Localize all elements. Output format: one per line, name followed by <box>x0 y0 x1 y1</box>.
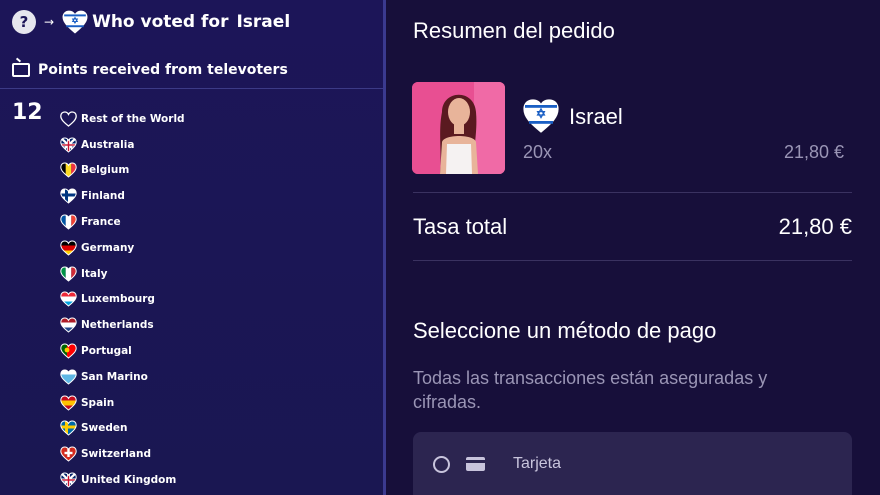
voter-name: Sweden <box>81 422 128 435</box>
voter-name: Italy <box>81 267 108 280</box>
title-prefix: Who voted for <box>92 12 229 32</box>
netherlands-flag-heart-icon <box>60 317 77 333</box>
voter-name: Finland <box>81 190 125 203</box>
voter-name: United Kingdom <box>81 474 177 487</box>
spain-flag-heart-icon <box>60 395 77 411</box>
voter-item: Finland <box>60 183 185 209</box>
item-price: 21,80 € <box>783 142 844 162</box>
card-payment-label: Tarjeta <box>513 455 562 472</box>
france-flag-heart-icon <box>60 214 77 230</box>
voter-name: Portugal <box>81 345 132 358</box>
voter-item: San Marino <box>60 364 185 390</box>
voter-item: Rest of the World <box>60 106 185 132</box>
voter-item: Luxembourg <box>60 287 185 313</box>
voter-item: Belgium <box>60 158 185 184</box>
credit-card-icon <box>466 457 485 471</box>
voter-item: Switzerland <box>60 441 185 467</box>
arrow-icon: → <box>44 15 55 29</box>
item-name: Israel <box>569 104 623 129</box>
divider-line <box>413 192 852 193</box>
tv-icon <box>12 63 30 77</box>
voter-name: Australia <box>81 138 135 151</box>
italy-flag-heart-icon <box>60 266 77 282</box>
uk-flag-heart-icon <box>60 472 77 488</box>
switzerland-flag-heart-icon <box>60 446 77 462</box>
payment-method-description: Todas las transacciones están aseguradas… <box>413 368 768 412</box>
points-value: 12 <box>12 100 43 125</box>
israel-flag-heart-icon <box>523 99 559 133</box>
televoters-subtitle-text: Points received from televoters <box>38 62 288 78</box>
artist-photo <box>412 82 505 174</box>
card-radio-button[interactable] <box>433 456 450 473</box>
voter-item: United Kingdom <box>60 467 185 493</box>
belgium-flag-heart-icon <box>60 162 77 179</box>
item-quantity: 20x <box>523 142 553 162</box>
voter-item: Italy <box>60 261 185 287</box>
total-label: Tasa total <box>413 214 508 239</box>
voter-item: Spain <box>60 390 185 416</box>
voters-title: Who voted for Israel <box>92 12 290 32</box>
portugal-flag-heart-icon <box>60 343 77 359</box>
voter-item: Portugal <box>60 338 185 364</box>
voter-name: France <box>81 216 121 229</box>
order-summary-panel: Resumen del pedido Israel 20x 21,80 € Ta… <box>386 0 880 495</box>
payment-method-heading: Seleccione un método de pago <box>413 318 717 343</box>
voter-name: Belgium <box>81 164 130 177</box>
israel-flag-heart-icon <box>62 10 88 34</box>
san-marino-flag-heart-icon <box>60 369 77 385</box>
voter-name: Germany <box>81 241 135 254</box>
total-value: 21,80 € <box>778 214 852 239</box>
voter-name: Netherlands <box>81 319 154 332</box>
voter-item: Germany <box>60 235 185 261</box>
germany-flag-heart-icon <box>60 240 77 256</box>
sweden-flag-heart-icon <box>60 420 77 437</box>
divider-line <box>0 88 383 89</box>
voter-name: Spain <box>81 396 115 409</box>
voter-item: Netherlands <box>60 312 185 338</box>
order-summary-title: Resumen del pedido <box>413 18 615 43</box>
luxembourg-flag-heart-icon <box>60 291 77 308</box>
voter-name: Luxembourg <box>81 293 155 306</box>
voters-panel: ? → Who voted for Israel Points received … <box>0 0 383 495</box>
voter-name: Switzerland <box>81 448 151 461</box>
televoters-subtitle: Points received from televoters <box>12 62 288 78</box>
voter-list: Rest of the World Australia Belgium Finland… <box>60 106 185 493</box>
outline-heart-icon <box>60 111 77 127</box>
help-button[interactable]: ? <box>12 10 36 34</box>
divider-line <box>413 260 852 261</box>
card-payment-option[interactable]: Tarjeta <box>413 432 852 495</box>
voter-name: San Marino <box>81 370 148 383</box>
finland-flag-heart-icon <box>60 188 77 204</box>
voter-item: France <box>60 209 185 235</box>
voters-header: ? → Who voted for Israel <box>12 10 290 34</box>
voter-name: Rest of the World <box>81 112 185 125</box>
voter-item: Sweden <box>60 416 185 442</box>
title-country: Israel <box>236 12 291 32</box>
voter-item: Australia <box>60 132 185 158</box>
australia-flag-heart-icon <box>60 137 77 153</box>
